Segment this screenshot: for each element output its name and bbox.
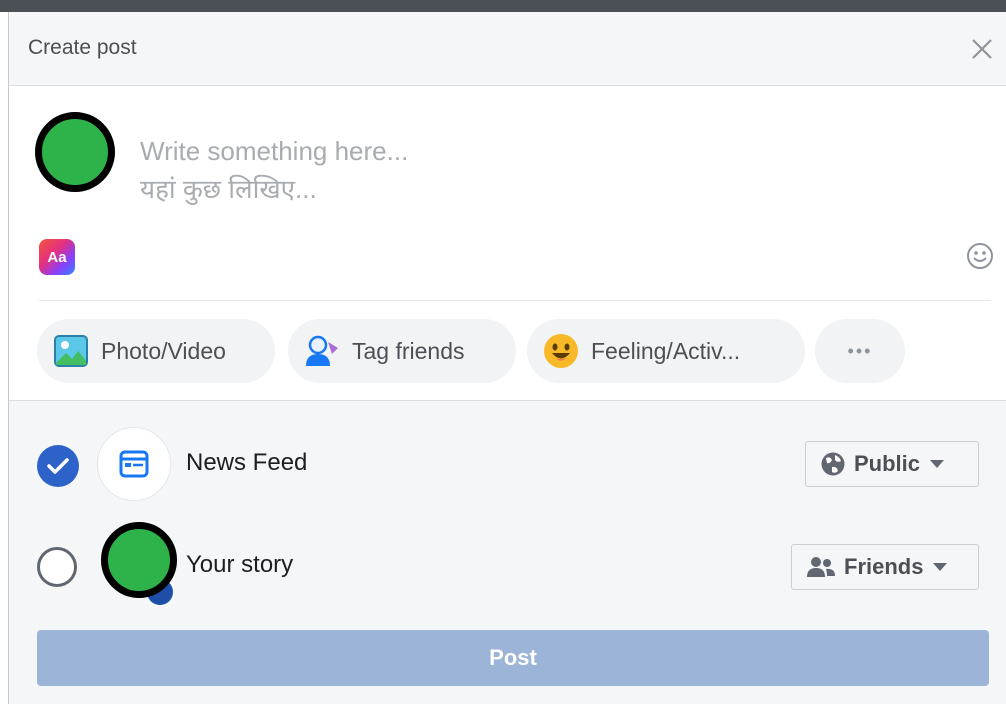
news-feed-row[interactable]: News Feed Public xyxy=(9,419,1006,509)
checkmark-icon xyxy=(47,458,69,474)
emoji-picker-icon[interactable] xyxy=(965,241,995,271)
news-feed-label: News Feed xyxy=(186,449,308,476)
your-story-audience-label: Friends xyxy=(844,554,924,579)
your-story-audience-selector[interactable]: Friends xyxy=(791,544,979,590)
close-button[interactable] xyxy=(967,34,997,64)
friends-icon xyxy=(807,557,835,577)
text-style-button[interactable]: Aa xyxy=(39,239,75,275)
dialog-header: Create post xyxy=(9,12,1006,86)
tag-friends-icon xyxy=(304,333,340,369)
divider xyxy=(39,300,991,301)
feeling-emoji-icon xyxy=(543,333,579,369)
your-story-label: Your story xyxy=(186,551,294,578)
tag-friends-label: Tag friends xyxy=(352,337,465,364)
close-icon xyxy=(972,39,992,59)
chevron-down-icon xyxy=(933,563,948,571)
photo-video-button[interactable]: Photo/Video xyxy=(37,319,275,383)
share-destinations: News Feed Public Your story Friends Post xyxy=(9,400,1006,704)
post-text-input[interactable]: Write something here... यहां कुछ लिखिए..… xyxy=(140,132,408,208)
photo-video-label: Photo/Video xyxy=(101,337,226,364)
your-story-checkbox[interactable] xyxy=(37,547,77,587)
chevron-down-icon xyxy=(930,460,945,468)
news-feed-icon xyxy=(119,450,149,478)
post-button[interactable]: Post xyxy=(37,630,989,686)
user-avatar xyxy=(35,112,115,192)
dialog-title: Create post xyxy=(28,36,137,59)
globe-icon xyxy=(821,452,845,476)
your-story-row[interactable]: Your story Friends xyxy=(9,521,1006,611)
composer-area: Write something here... यहां कुछ लिखिए..… xyxy=(9,87,1006,400)
news-feed-icon-wrap xyxy=(97,427,171,501)
news-feed-audience-selector[interactable]: Public xyxy=(805,441,979,487)
tag-friends-button[interactable]: Tag friends xyxy=(288,319,516,383)
news-feed-checkbox[interactable] xyxy=(37,445,79,487)
feeling-activity-button[interactable]: Feeling/Activ... xyxy=(527,319,805,383)
news-feed-audience-label: Public xyxy=(854,451,921,476)
create-post-dialog: Create post Write something here... यहां… xyxy=(8,12,1006,704)
photo-icon xyxy=(53,333,89,369)
more-options-button[interactable]: ••• xyxy=(815,319,905,383)
feeling-activity-label: Feeling/Activ... xyxy=(591,337,741,364)
story-avatar xyxy=(101,522,177,598)
window-top-bar xyxy=(0,0,1006,12)
more-icon: ••• xyxy=(847,340,873,361)
